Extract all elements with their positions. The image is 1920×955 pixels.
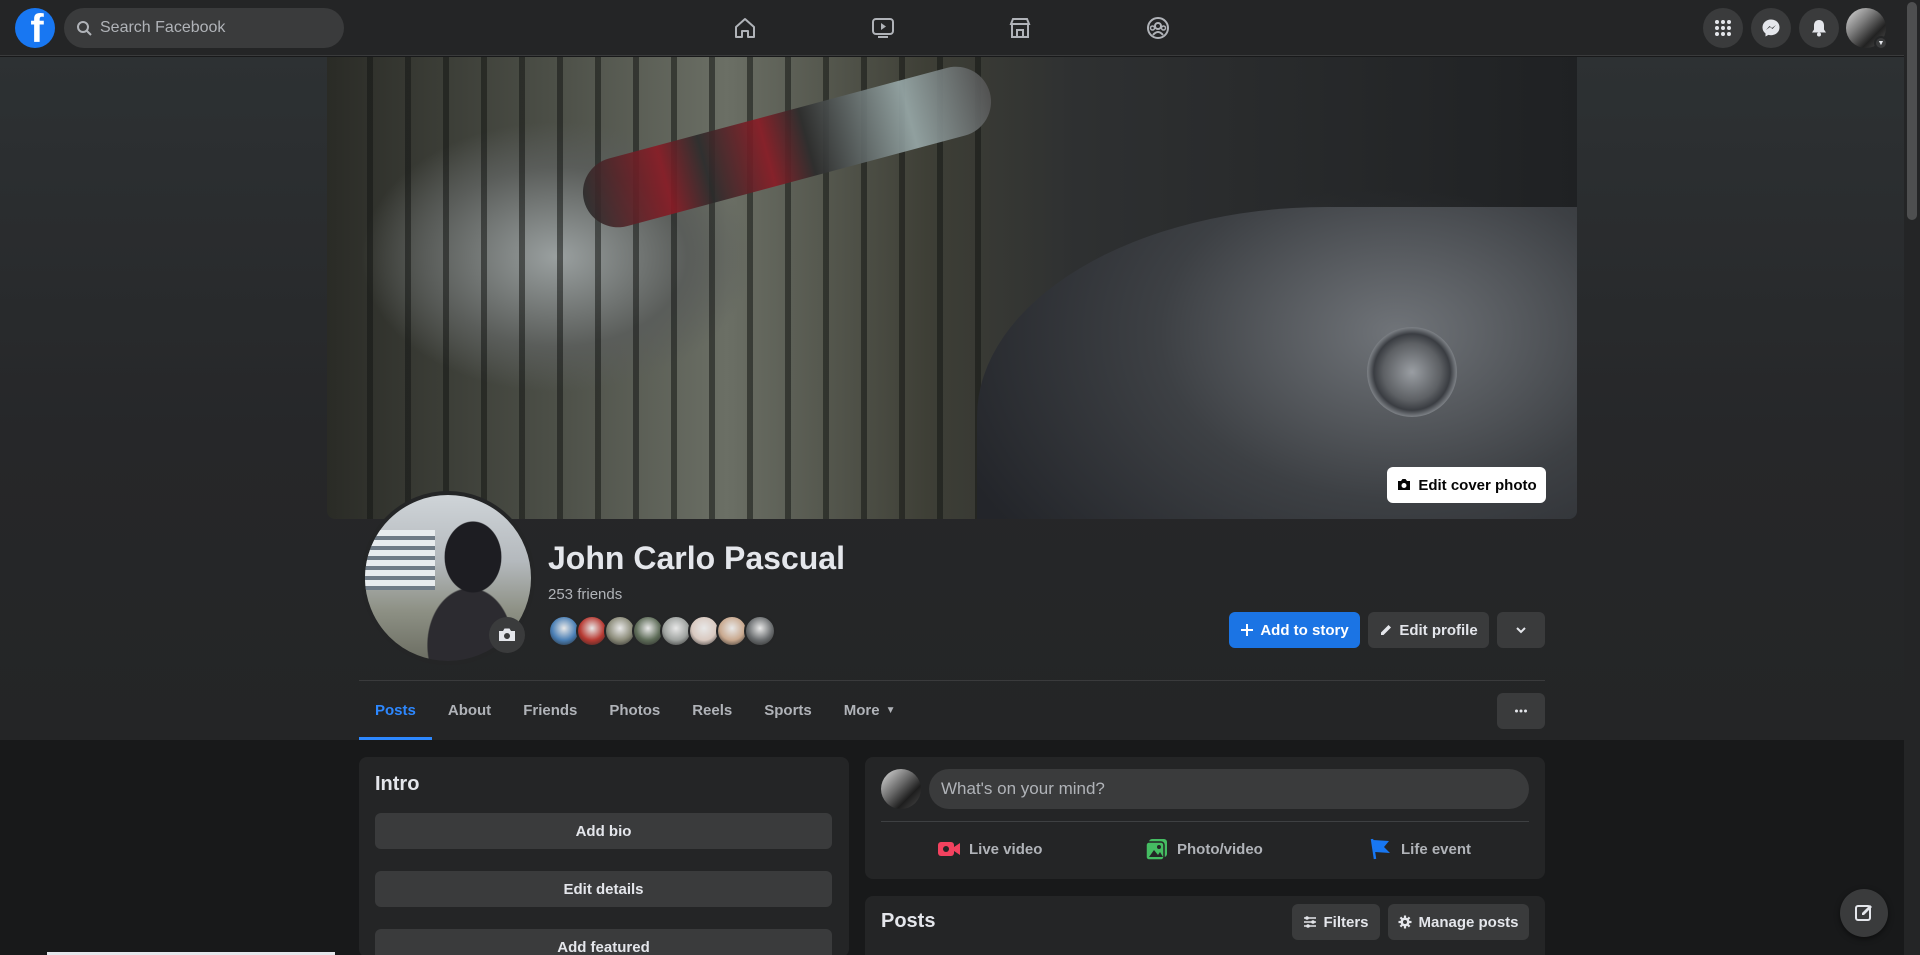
photo-video-button[interactable]: Photo/video <box>1145 829 1263 869</box>
posts-header-card: Posts Filters Manage posts <box>865 896 1545 955</box>
post-composer: What's on your mind? Live video Photo/vi… <box>865 757 1545 879</box>
filters-button[interactable]: Filters <box>1292 904 1380 940</box>
edit-profile-label: Edit profile <box>1399 621 1478 639</box>
edit-cover-photo-button[interactable]: Edit cover photo <box>1387 467 1546 503</box>
facebook-logo-letter: f <box>30 8 44 48</box>
tab-about[interactable]: About <box>432 681 507 740</box>
tab-friends[interactable]: Friends <box>507 681 593 740</box>
update-profile-picture-button[interactable] <box>489 617 525 653</box>
friends-count[interactable]: 253 friends <box>548 586 622 603</box>
gear-icon <box>1398 915 1412 929</box>
filters-label: Filters <box>1323 913 1369 931</box>
live-video-label: Live video <box>969 840 1043 858</box>
search-box[interactable] <box>64 8 344 48</box>
account-avatar[interactable]: ▼ <box>1846 8 1888 50</box>
compose-icon <box>1855 905 1872 921</box>
posts-title: Posts <box>881 910 936 932</box>
manage-posts-label: Manage posts <box>1418 913 1519 931</box>
messenger-button[interactable] <box>1751 8 1791 48</box>
scrollbar-thumb[interactable] <box>1907 2 1917 220</box>
tab-label: Friends <box>523 702 578 719</box>
tabs-more-button[interactable] <box>1497 693 1545 729</box>
nav-marketplace[interactable] <box>964 8 1076 48</box>
add-to-story-button[interactable]: Add to story <box>1229 612 1360 648</box>
tab-photos[interactable]: Photos <box>593 681 676 740</box>
tab-more[interactable]: More ▼ <box>828 681 912 740</box>
flag-icon <box>1370 838 1390 860</box>
search-input[interactable] <box>100 19 320 37</box>
page-scrollbar[interactable] <box>1904 0 1920 955</box>
friend-avatars-row <box>548 615 776 647</box>
add-bio-button[interactable]: Add bio <box>375 813 832 849</box>
more-profile-options-button[interactable] <box>1497 612 1545 648</box>
live-video-icon <box>938 842 960 856</box>
new-message-button[interactable] <box>1840 889 1888 937</box>
profile-tabs: Posts About Friends Photos Reels Sports More ▼ <box>359 681 912 740</box>
tab-sports[interactable]: Sports <box>748 681 828 740</box>
nav-home[interactable] <box>689 8 801 48</box>
life-event-label: Life event <box>1401 840 1472 858</box>
intro-card: Intro Add bio Edit details Add featured <box>359 757 849 955</box>
plus-icon <box>1241 624 1254 636</box>
messenger-icon <box>1762 19 1780 37</box>
tab-label: Reels <box>692 702 733 719</box>
whats-on-your-mind-input[interactable]: What's on your mind? <box>929 769 1529 809</box>
friend-avatar[interactable] <box>744 615 776 647</box>
tab-label: Posts <box>375 702 416 719</box>
manage-posts-button[interactable]: Manage posts <box>1388 904 1529 940</box>
menu-button[interactable] <box>1703 8 1743 48</box>
tab-label: More <box>843 702 880 719</box>
nav-watch[interactable] <box>827 8 939 48</box>
camera-icon <box>499 628 515 641</box>
tab-label: About <box>447 702 492 719</box>
watch-icon <box>872 18 894 38</box>
life-event-button[interactable]: Life event <box>1369 829 1471 869</box>
profile-picture-building <box>365 530 435 590</box>
edit-cover-label: Edit cover photo <box>1418 476 1537 494</box>
tab-reels[interactable]: Reels <box>676 681 748 740</box>
notifications-icon <box>1812 20 1826 37</box>
groups-icon <box>1147 17 1169 39</box>
tab-label: Photos <box>609 702 661 719</box>
profile-name: John Carlo Pascual <box>548 540 845 576</box>
ellipsis-icon <box>1515 709 1527 713</box>
chevron-down-icon <box>1516 627 1526 634</box>
edit-details-button[interactable]: Edit details <box>375 871 832 907</box>
facebook-logo[interactable]: f <box>15 8 55 48</box>
marketplace-icon <box>1009 18 1031 38</box>
camera-icon <box>1398 479 1411 490</box>
notifications-button[interactable] <box>1799 8 1839 48</box>
add-featured-button[interactable]: Add featured <box>375 929 832 955</box>
composer-avatar[interactable] <box>881 769 921 809</box>
top-navigation-bar: f ▼ <box>0 0 1904 56</box>
caret-down-icon: ▼ <box>885 705 896 716</box>
composer-divider <box>881 821 1529 822</box>
add-to-story-label: Add to story <box>1260 621 1349 639</box>
intro-title: Intro <box>375 773 420 795</box>
menu-grid-icon <box>1715 20 1731 36</box>
home-icon <box>735 18 755 38</box>
tab-posts[interactable]: Posts <box>359 681 432 740</box>
chevron-down-icon: ▼ <box>1874 36 1888 50</box>
nav-groups[interactable] <box>1102 8 1214 48</box>
pencil-icon <box>1381 625 1392 635</box>
photo-video-icon <box>1145 839 1167 861</box>
tab-label: Sports <box>764 702 812 719</box>
photo-video-label: Photo/video <box>1177 840 1263 858</box>
search-icon <box>77 21 92 36</box>
live-video-button[interactable]: Live video <box>937 829 1042 869</box>
cover-emblem <box>1367 327 1457 417</box>
edit-profile-button[interactable]: Edit profile <box>1368 612 1489 648</box>
cover-photo[interactable] <box>327 57 1577 519</box>
filters-icon <box>1304 916 1317 928</box>
